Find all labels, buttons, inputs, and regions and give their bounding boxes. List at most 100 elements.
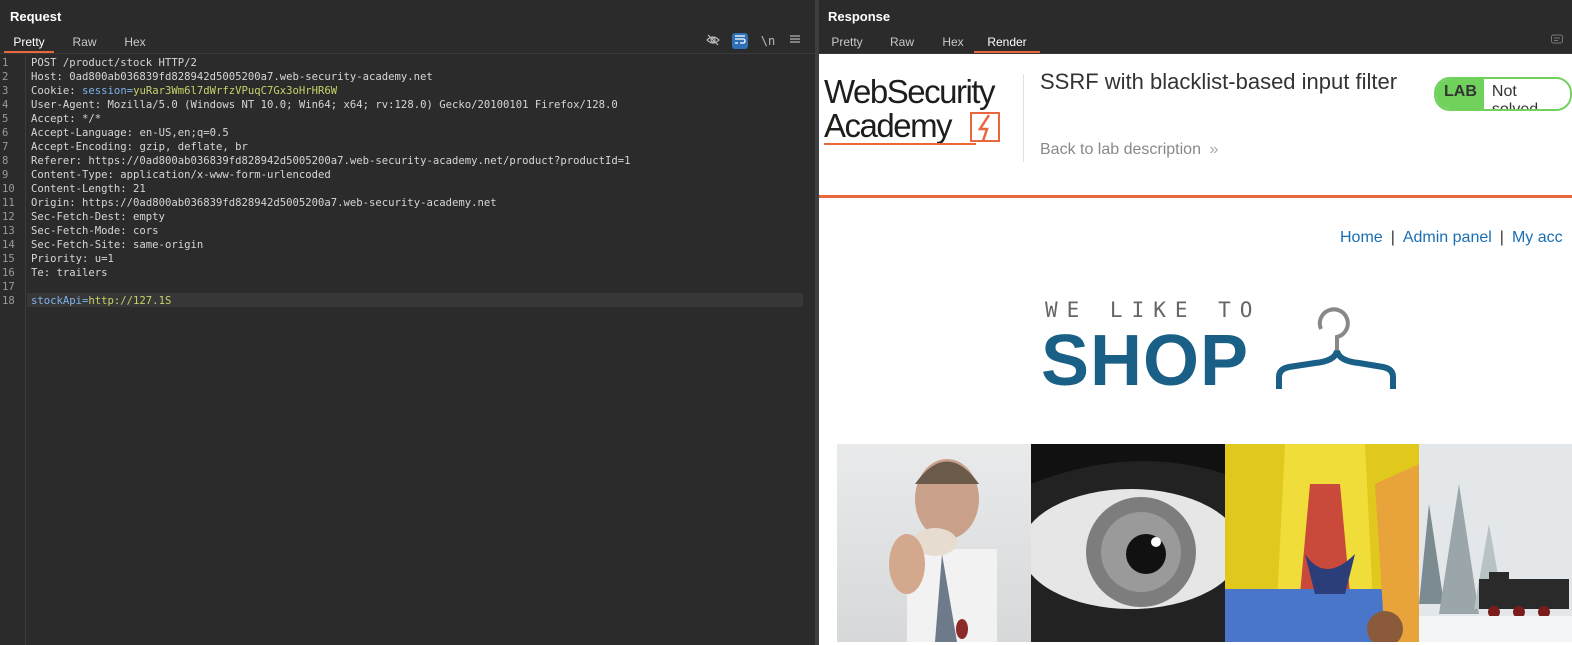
back-link-label: Back to lab description [1040, 141, 1201, 158]
lab-status-badge: LAB Not solved [1434, 77, 1572, 111]
code-text: Accept: */* [31, 112, 101, 126]
code-text: Referer: https://0ad800ab036839fd828942d… [31, 154, 631, 168]
nav-separator: | [1390, 229, 1395, 246]
param-value: http://127.1S [88, 295, 172, 307]
product-image-1[interactable] [837, 444, 1031, 642]
header-name: Content-Length: [31, 183, 127, 195]
header-name: Cookie: [31, 85, 76, 97]
line-number: 5 [2, 113, 9, 125]
badge-status: Not solved [1483, 79, 1570, 109]
header-value: 0ad800ab036839fd828942d5005200a7.web-sec… [62, 71, 433, 83]
header-value: https://0ad800ab036839fd828942d5005200a7… [75, 197, 497, 209]
tab-hex[interactable]: Hex [932, 31, 974, 53]
code-text: Priority: u=1 [31, 252, 114, 266]
line-number: 15 [2, 253, 15, 265]
badge-lab: LAB [1436, 79, 1484, 109]
param-value: yuRar3Wm6l7dWrfzVPuqC7Gx3oHrHR6W [133, 85, 338, 97]
site-nav: Home | Admin panel | My acc [1340, 229, 1563, 247]
header-value: application/x-www-form-urlencoded [113, 169, 331, 181]
tab-hex[interactable]: Hex [115, 31, 155, 53]
banner-tagline: WE LIKE TO [1045, 298, 1262, 322]
code-text: Host: 0ad800ab036839fd828942d5005200a7.w… [31, 70, 433, 84]
line-number: 11 [2, 197, 15, 209]
header-name: Content-Type: [31, 169, 114, 181]
line-number: 3 [2, 85, 9, 97]
code-text: Sec-Fetch-Mode: cors [31, 224, 159, 238]
tab-raw[interactable]: Raw [872, 31, 932, 53]
request-title: Request [10, 9, 62, 24]
response-tabs: Pretty Raw Hex Render [822, 31, 1040, 53]
nav-admin-panel[interactable]: Admin panel [1403, 229, 1492, 246]
code-text: Content-Type: application/x-www-form-url… [31, 168, 331, 182]
newline-icon[interactable]: \n [759, 33, 777, 49]
line-number: 1 [2, 57, 9, 69]
header-name: Accept-Language: [31, 127, 134, 139]
tab-pretty[interactable]: Pretty [822, 31, 872, 53]
eye-off-icon[interactable] [705, 33, 721, 49]
header-name: Referer: [31, 155, 83, 167]
logo-line1: WebSecurity [824, 73, 995, 110]
header-name: Accept-Encoding: [31, 141, 134, 153]
line-number: 16 [2, 267, 15, 279]
header-value: */* [75, 113, 102, 125]
code-text: Content-Length: 21 [31, 182, 146, 196]
tab-render[interactable]: Render [974, 31, 1040, 53]
wrap-icon[interactable] [1549, 33, 1565, 49]
logo-underline [824, 143, 976, 145]
request-tab-separator [0, 53, 815, 54]
tab-pretty[interactable]: Pretty [4, 31, 54, 53]
product-image-3[interactable] [1225, 444, 1419, 642]
header-accent-bar [819, 195, 1572, 198]
param-name: stockApi= [31, 295, 89, 307]
hanger-icon [1275, 299, 1397, 396]
line-number: 2 [2, 71, 9, 83]
response-pane: Response Pretty Raw Hex Render WebSecuri… [819, 0, 1572, 645]
param-name: session= [82, 85, 134, 97]
code-text: Te: trailers [31, 266, 108, 280]
line-number: 12 [2, 211, 15, 223]
menu-icon[interactable] [787, 33, 803, 49]
request-pane: Request Pretty Raw Hex \n 1 POST /product… [0, 0, 815, 645]
logo-line2: Academy [824, 107, 953, 144]
line-number: 8 [2, 155, 9, 167]
header-value: gzip, deflate, br [133, 141, 248, 153]
header-name: Sec-Fetch-Dest: [31, 211, 127, 223]
line-number: 4 [2, 99, 9, 111]
header-value: https://0ad800ab036839fd828942d5005200a7… [82, 155, 631, 167]
back-to-lab-link[interactable]: Back to lab description » [1040, 141, 1218, 159]
code-text: Cookie: session=yuRar3Wm6l7dWrfzVPuqC7Gx… [31, 84, 337, 98]
code-text: Accept-Encoding: gzip, deflate, br [31, 140, 248, 154]
line-number: 14 [2, 239, 15, 251]
nav-home[interactable]: Home [1340, 229, 1383, 246]
header-name: Sec-Fetch-Mode: [31, 225, 127, 237]
nav-my-account[interactable]: My acc [1512, 229, 1563, 246]
code-text: Sec-Fetch-Site: same-origin [31, 238, 203, 252]
header-name: Sec-Fetch-Site: [31, 239, 127, 251]
nav-separator: | [1499, 229, 1504, 246]
header-value: u=1 [88, 253, 114, 265]
header-name: Priority: [31, 253, 89, 265]
code-text: Sec-Fetch-Dest: empty [31, 210, 165, 224]
wrap-icon[interactable] [732, 33, 748, 49]
request-editor[interactable]: 1 POST /product/stock HTTP/2 2 Host: 0ad800… [0, 55, 815, 645]
header-value: cors [126, 225, 159, 237]
code-text: User-Agent: Mozilla/5.0 (Windows NT 10.0… [31, 98, 618, 112]
header-name: Origin: [31, 197, 76, 209]
double-chevron-icon: » [1209, 141, 1219, 158]
header-value: en-US,en;q=0.5 [133, 127, 229, 139]
code-text: Accept-Language: en-US,en;q=0.5 [31, 126, 229, 140]
product-image-4[interactable] [1419, 444, 1572, 642]
header-value: 21 [126, 183, 146, 195]
lab-title: SSRF with blacklist-based input filter [1040, 69, 1398, 94]
line-number: 9 [2, 169, 9, 181]
header-value: empty [126, 211, 165, 223]
line-number: 10 [2, 183, 15, 195]
line-number: 7 [2, 141, 9, 153]
header-name: Accept: [31, 113, 76, 125]
line-number: 17 [2, 281, 15, 293]
product-image-2[interactable] [1031, 444, 1225, 642]
header-value: same-origin [126, 239, 204, 251]
request-tabs: Pretty Raw Hex [4, 31, 155, 53]
tab-raw[interactable]: Raw [54, 31, 115, 53]
code-text: stockApi=http://127.1S [31, 294, 171, 308]
